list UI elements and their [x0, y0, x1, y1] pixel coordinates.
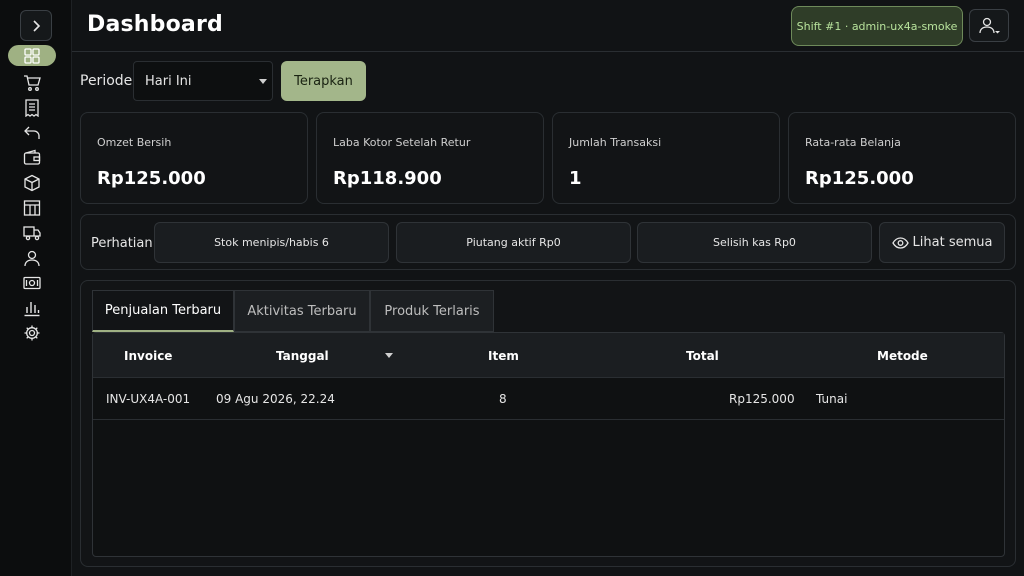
sidebar-item-table[interactable]	[8, 195, 56, 220]
stat-card-transactions: Jumlah Transaksi 1	[552, 112, 780, 204]
undo-icon	[24, 126, 40, 139]
sidebar	[0, 0, 72, 576]
stat-card-net-revenue: Omzet Bersih Rp125.000	[80, 112, 308, 204]
box-icon	[24, 174, 40, 191]
apply-button[interactable]: Terapkan	[281, 61, 366, 101]
stat-label: Jumlah Transaksi	[569, 136, 662, 149]
see-all-label: Lihat semua	[912, 235, 993, 250]
cart-icon	[24, 74, 41, 91]
stat-label: Rata-rata Belanja	[805, 136, 901, 149]
dropdown-caret-icon	[259, 79, 267, 84]
column-header-item[interactable]: Item	[488, 349, 519, 363]
recent-panel: Penjualan Terbaru Aktivitas Terbaru Prod…	[80, 280, 1016, 567]
header: Dashboard Shift #1 · admin-ux4a-smoke	[72, 0, 1024, 52]
attention-label: Perhatian	[91, 236, 153, 251]
sidebar-nav	[8, 45, 56, 345]
cash-icon	[23, 276, 41, 289]
column-header-date[interactable]: Tanggal	[276, 349, 329, 363]
period-select[interactable]: Hari Ini	[133, 61, 273, 101]
stat-card-average-spend: Rata-rata Belanja Rp125.000	[788, 112, 1016, 204]
cell-item: 8	[499, 392, 507, 406]
stat-value: 1	[569, 168, 582, 189]
stat-card-gross-profit: Laba Kotor Setelah Retur Rp118.900	[316, 112, 544, 204]
period-selected-value: Hari Ini	[145, 74, 192, 89]
sidebar-item-reports[interactable]	[8, 295, 56, 320]
stat-value: Rp125.000	[97, 168, 206, 189]
eye-icon	[891, 236, 909, 249]
sales-table: Invoice Tanggal Item Total Metode INV-UX…	[92, 332, 1005, 557]
sidebar-item-receipt[interactable]	[8, 95, 56, 120]
tab-top-products[interactable]: Produk Terlaris	[370, 290, 494, 332]
table-icon	[23, 199, 41, 216]
attention-panel: Perhatian Stok menipis/habis 6 Piutang a…	[80, 214, 1016, 270]
tab-recent-activity[interactable]: Aktivitas Terbaru	[234, 290, 370, 332]
stat-value: Rp118.900	[333, 168, 442, 189]
table-row[interactable]: INV-UX4A-001 09 Agu 2026, 22.24 8 Rp125.…	[93, 378, 1004, 420]
see-all-button[interactable]: Lihat semua	[879, 222, 1005, 263]
sort-desc-icon[interactable]	[385, 353, 393, 358]
stat-label: Omzet Bersih	[97, 136, 172, 149]
attention-cash-diff-button[interactable]: Selisih kas Rp0	[637, 222, 872, 263]
bar-chart-icon	[24, 301, 40, 316]
chevron-down-icon	[995, 30, 1000, 33]
truck-icon	[23, 225, 41, 240]
sidebar-item-wallet[interactable]	[8, 145, 56, 170]
cell-total: Rp125.000	[729, 392, 795, 406]
user-menu-button[interactable]	[969, 9, 1009, 42]
tab-recent-sales[interactable]: Penjualan Terbaru	[92, 290, 234, 332]
column-header-total[interactable]: Total	[686, 349, 719, 363]
cell-date: 09 Agu 2026, 22.24	[216, 392, 335, 406]
attention-low-stock-button[interactable]: Stok menipis/habis 6	[154, 222, 389, 263]
table-header: Invoice Tanggal Item Total Metode	[93, 333, 1004, 378]
shift-status-button[interactable]: Shift #1 · admin-ux4a-smoke	[791, 6, 963, 46]
sidebar-item-cart[interactable]	[8, 70, 56, 95]
sidebar-item-dashboard[interactable]	[8, 45, 56, 66]
user-icon	[979, 17, 1000, 33]
sidebar-item-customers[interactable]	[8, 245, 56, 270]
chevron-right-icon	[33, 19, 41, 32]
gear-icon	[24, 325, 40, 340]
wallet-icon	[23, 149, 41, 165]
receipt-icon	[25, 98, 39, 117]
stat-label: Laba Kotor Setelah Retur	[333, 136, 471, 149]
sidebar-item-return[interactable]	[8, 120, 56, 145]
period-label: Periode	[80, 73, 133, 89]
dashboard-icon	[24, 47, 40, 64]
cell-method: Tunai	[816, 392, 848, 406]
column-header-method[interactable]: Metode	[877, 349, 928, 363]
attention-receivables-button[interactable]: Piutang aktif Rp0	[396, 222, 631, 263]
sidebar-item-delivery[interactable]	[8, 220, 56, 245]
page-title: Dashboard	[87, 12, 223, 37]
column-header-invoice[interactable]: Invoice	[124, 349, 172, 363]
expand-sidebar-button[interactable]	[20, 10, 52, 41]
sidebar-item-cash[interactable]	[8, 270, 56, 295]
stat-value: Rp125.000	[805, 168, 914, 189]
sidebar-item-settings[interactable]	[8, 320, 56, 345]
user-icon	[24, 250, 40, 266]
sidebar-item-products[interactable]	[8, 170, 56, 195]
cell-invoice: INV-UX4A-001	[106, 392, 191, 406]
